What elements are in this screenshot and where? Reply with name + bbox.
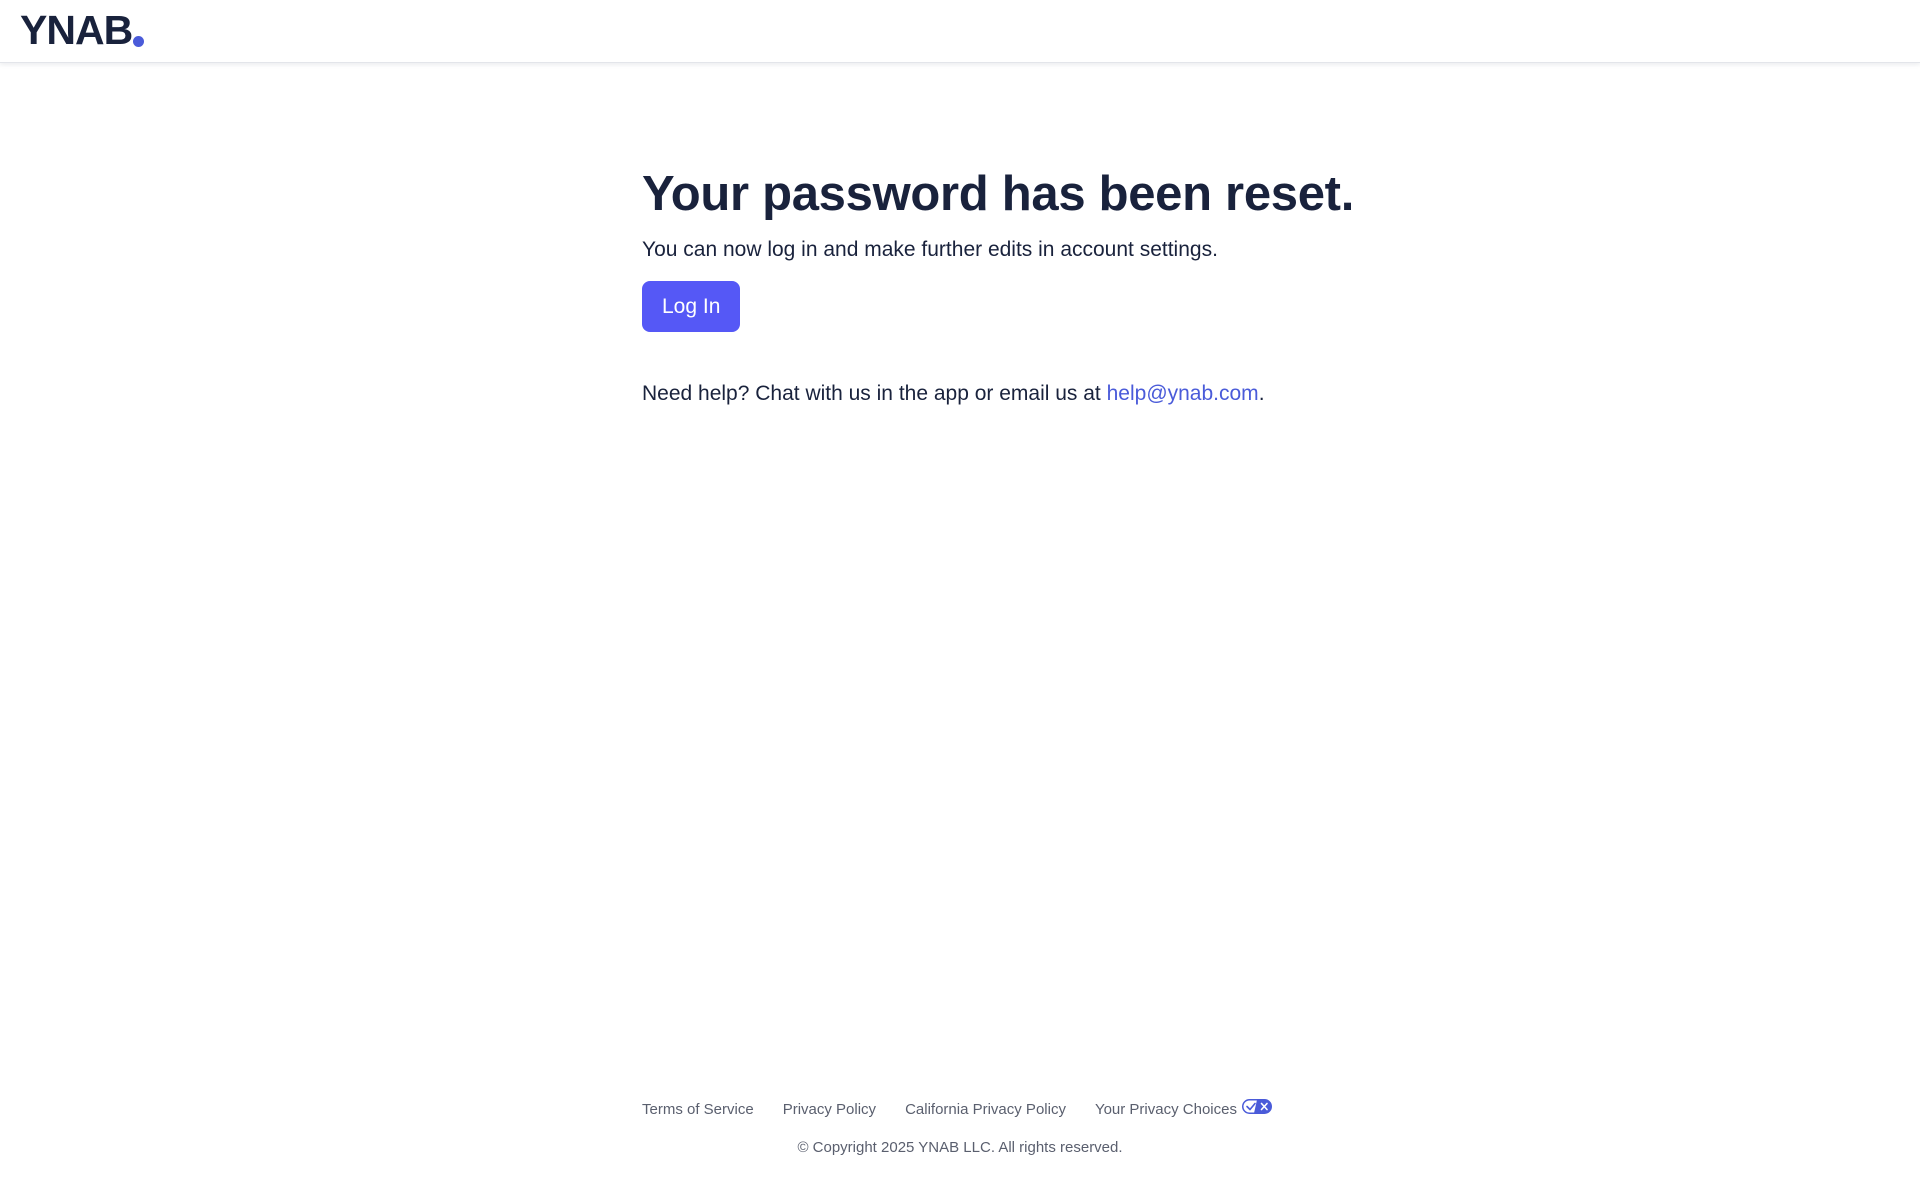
ynab-logo[interactable]: YNAB xyxy=(20,7,145,53)
footer-links: Terms of Service Privacy Policy Californ… xyxy=(642,1098,1272,1122)
help-text-prefix: Need help? Chat with us in the app or em… xyxy=(642,382,1107,405)
page-title: Your password has been reset. xyxy=(642,167,1355,221)
california-privacy-policy-link[interactable]: California Privacy Policy xyxy=(905,1098,1066,1122)
page-subtitle: You can now log in and make further edit… xyxy=(642,238,1218,261)
privacy-policy-link[interactable]: Privacy Policy xyxy=(783,1098,876,1122)
main-content: Your password has been reset. You can no… xyxy=(642,164,1355,408)
logo-dot-icon xyxy=(133,36,145,47)
help-text-suffix: . xyxy=(1258,382,1265,405)
privacy-choices-toggle-icon xyxy=(1241,1098,1272,1122)
help-email-link[interactable]: help@ynab.com xyxy=(1107,382,1259,405)
your-privacy-choices-label: Your Privacy Choices xyxy=(1094,1101,1237,1118)
help-text: Need help? Chat with us in the app or em… xyxy=(642,380,1342,408)
logo-text: YNAB xyxy=(20,7,133,53)
terms-of-service-link[interactable]: Terms of Service xyxy=(642,1098,754,1122)
top-header: YNAB xyxy=(0,0,1920,63)
log-in-button[interactable]: Log In xyxy=(642,281,741,332)
your-privacy-choices-link[interactable]: Your Privacy Choices xyxy=(1095,1098,1272,1122)
copyright-text: © Copyright 2025 YNAB LLC. All rights re… xyxy=(797,1139,1123,1156)
page: YNAB Your password has been reset. You c… xyxy=(0,0,1920,1200)
